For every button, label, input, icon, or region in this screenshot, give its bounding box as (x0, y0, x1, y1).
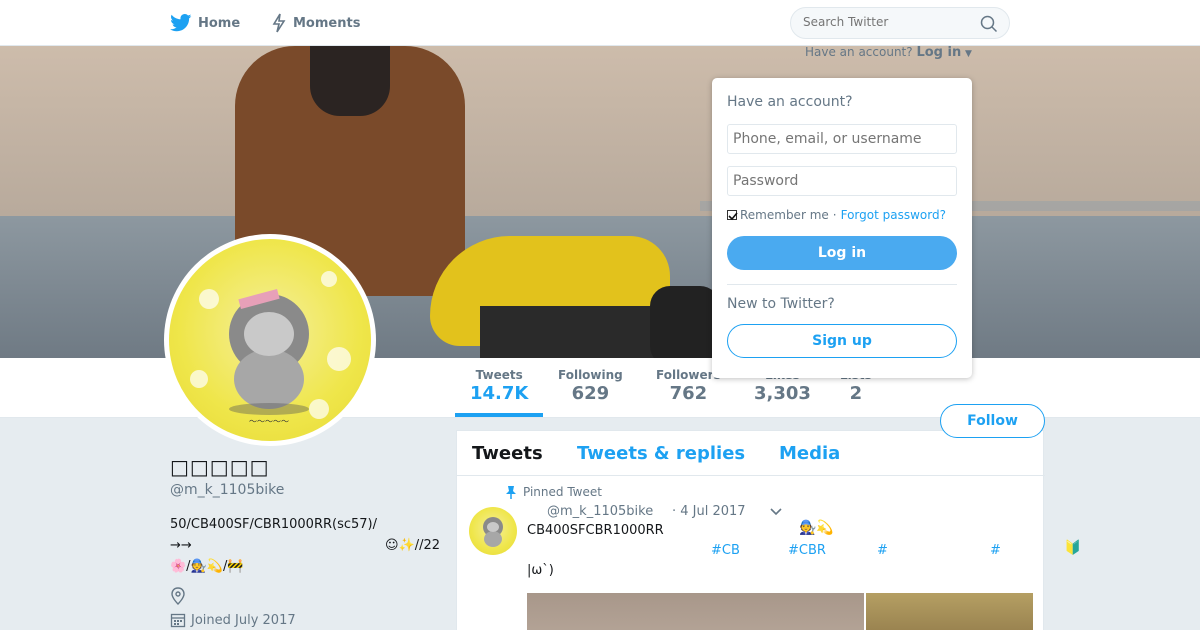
nav-home-label: Home (198, 15, 241, 31)
joined-row: Joined July 2017 (170, 612, 296, 628)
banner-motorcycle-wheel (650, 286, 720, 358)
top-navigation: Home Moments (0, 0, 1200, 46)
profile-name[interactable]: □□□□□ (170, 455, 269, 479)
password-field[interactable] (727, 166, 957, 196)
search-box[interactable] (790, 7, 1010, 39)
nav-moments-label: Moments (293, 15, 361, 31)
hashtag-link[interactable]: #CBR (788, 543, 826, 558)
tweet-hashtags: #CB #CBR # # (457, 543, 1045, 561)
bio-line: 50/CB400SF/CBR1000RR(sc57)/ (170, 517, 378, 532)
login-prompt-text: Have an account? (805, 45, 913, 59)
username-field[interactable] (727, 124, 957, 154)
lightning-icon (272, 13, 286, 33)
sign-up-button[interactable]: Sign up (727, 324, 957, 358)
checkmark-icon (728, 212, 738, 221)
bio-arrows: →→ (170, 538, 192, 553)
chevron-down-icon[interactable] (769, 507, 783, 517)
banner-rider-hood (310, 46, 390, 116)
search-input[interactable] (803, 15, 973, 29)
stat-label: Tweets (475, 368, 523, 382)
bio-emoji-text: ☺✨//22 (384, 538, 440, 553)
nav-moments[interactable]: Moments (271, 0, 360, 46)
tweet-media-image[interactable] (866, 593, 1033, 630)
timeline: Tweets Tweets & replies Media Pinned Twe… (456, 430, 1045, 630)
dropdown-divider (727, 284, 957, 285)
hashtag-link[interactable]: #CB (711, 543, 740, 558)
hashtag-link[interactable]: # (877, 543, 888, 558)
stat-label: Followers (656, 368, 721, 382)
stat-value: 2 (849, 383, 863, 404)
tab-tweets-replies[interactable]: Tweets & replies (577, 443, 745, 464)
stat-value: 3,303 (754, 383, 811, 404)
login-prompt: Have an account? Log in ▼ (805, 45, 972, 60)
tab-tweets[interactable]: Tweets (472, 443, 543, 464)
login-link[interactable]: Log in (916, 45, 961, 60)
hashtag-link[interactable]: # (990, 543, 1001, 558)
calendar-icon (170, 613, 186, 628)
active-stat-underline (455, 413, 543, 417)
tweet-text-line: |ω`) (527, 563, 554, 578)
stat-value: 14.7K (470, 383, 529, 404)
mascot-illustration: ～～～～～ (190, 271, 351, 426)
new-to-twitter-text: New to Twitter? (727, 296, 835, 312)
stat-tweets[interactable]: Tweets 14.7K (470, 368, 528, 404)
pin-icon (506, 486, 516, 499)
separator-dot: · (832, 208, 837, 222)
forgot-password-link[interactable]: Forgot password? (841, 208, 946, 222)
pinned-label: Pinned Tweet (523, 485, 602, 499)
location-pin-icon (171, 587, 185, 605)
login-dropdown: Have an account? Remember me · Forgot pa… (712, 78, 972, 378)
stat-value: 762 (669, 383, 708, 404)
stat-label: Following (558, 368, 623, 382)
login-dropdown-title: Have an account? (727, 94, 853, 110)
bio-line: 🌸/🧑‍🔧💫/🚧 (170, 559, 244, 574)
profile-handle[interactable]: @m_k_1105bike (170, 482, 284, 498)
profile-avatar[interactable]: ～～～～～ (164, 234, 376, 446)
remember-me-label[interactable]: Remember me (740, 208, 829, 222)
stat-value: 629 (571, 383, 610, 404)
avatar-image: ～～～～～ (169, 239, 371, 441)
stat-followers[interactable]: Followers 762 (656, 368, 721, 404)
caret-down-icon[interactable]: ▼ (965, 49, 972, 59)
remember-me-checkbox[interactable] (727, 210, 738, 221)
bio-line: →→ ☺✨//22 (170, 535, 440, 556)
tweet-emoji: 🧑‍🔧💫 (799, 520, 834, 536)
tab-media[interactable]: Media (779, 443, 840, 464)
twitter-bird-icon (170, 14, 192, 32)
location-row (170, 587, 186, 609)
tweet-text: CB400SFCBR1000RR (527, 523, 664, 538)
search-icon[interactable] (980, 15, 998, 33)
joined-date: Joined July 2017 (191, 612, 296, 628)
pinned-label-row: Pinned Tweet (505, 485, 602, 499)
stat-following[interactable]: Following 629 (558, 368, 623, 404)
tweet-media-image[interactable] (527, 593, 864, 630)
banner-sky (0, 46, 1200, 216)
tweet-date[interactable]: · 4 Jul 2017 (672, 504, 746, 519)
log-in-button[interactable]: Log in (727, 236, 957, 270)
tweet-author-handle[interactable]: @m_k_1105bike (547, 504, 653, 519)
beginner-badge-icon: 🔰 (1064, 540, 1082, 556)
svg-text:～～～～～: ～～～～～ (249, 417, 289, 426)
nav-home[interactable]: Home (170, 0, 240, 46)
remember-row: Remember me · Forgot password? (727, 208, 946, 222)
follow-button[interactable]: Follow (940, 404, 1045, 438)
profile-bio: 50/CB400SF/CBR1000RR(sc57)/ →→ ☺✨//22 🌸/… (170, 514, 440, 577)
